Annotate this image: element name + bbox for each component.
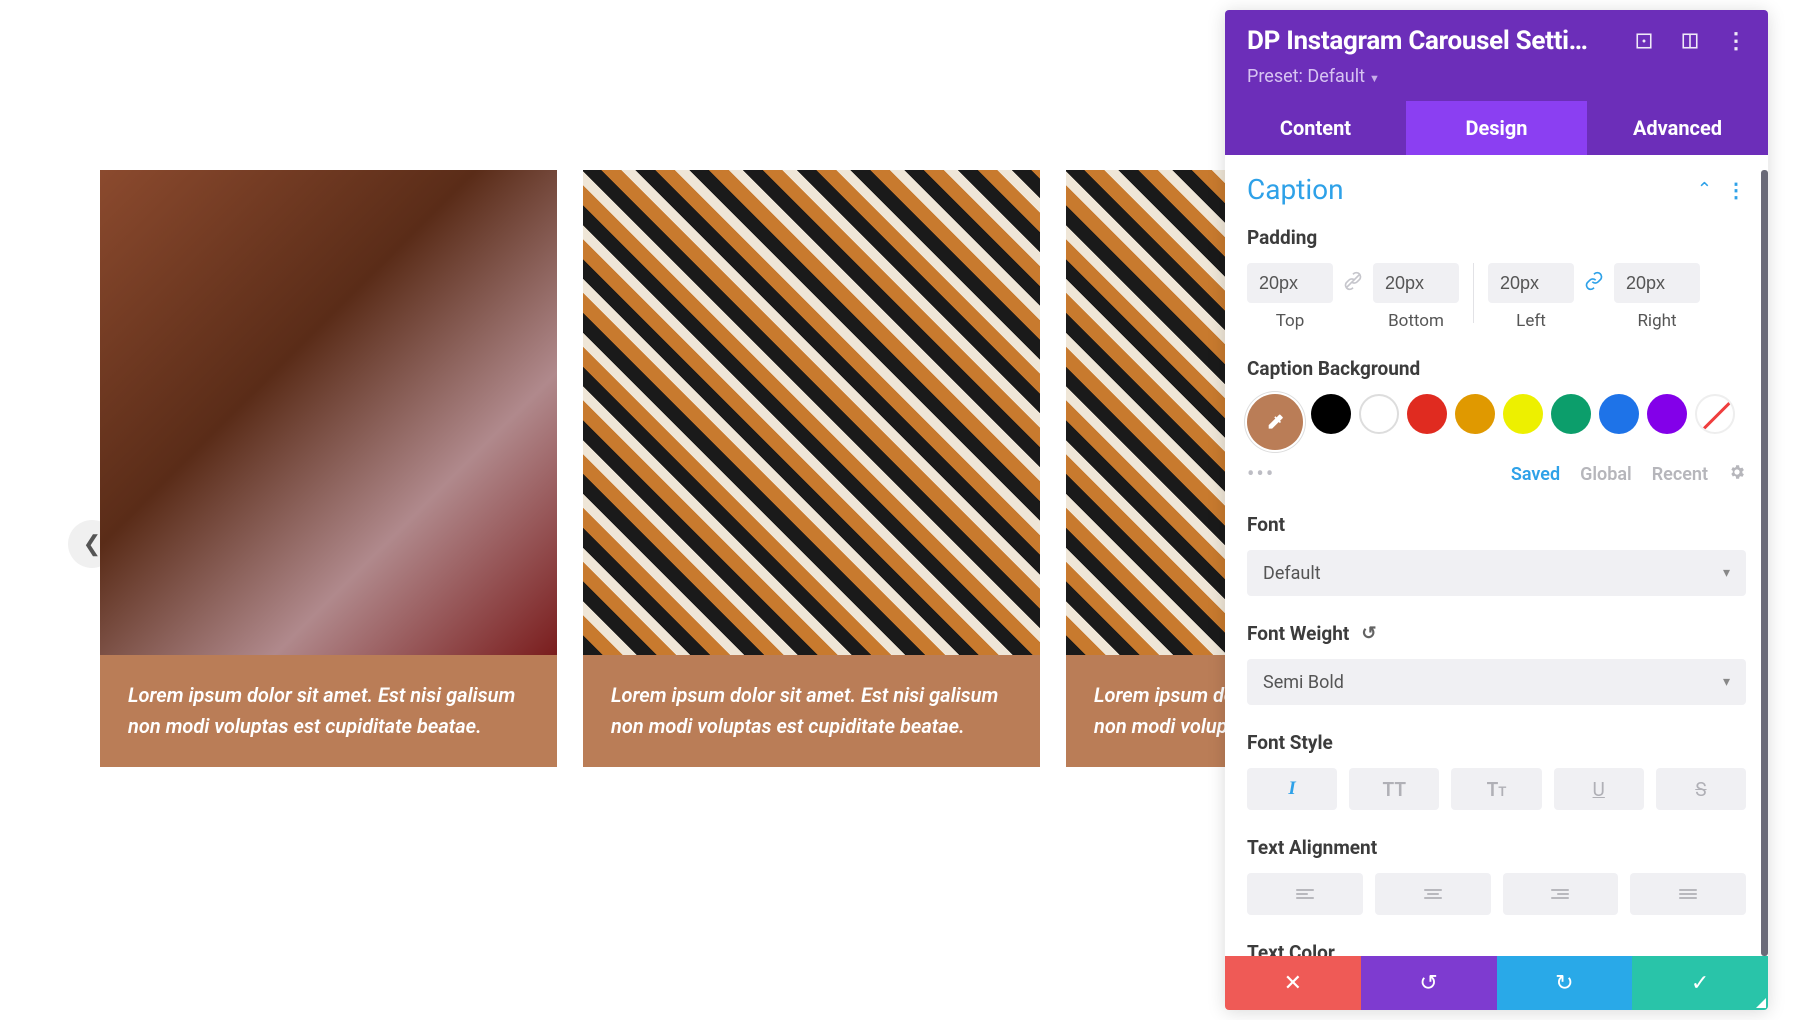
font-select[interactable]: Default ▾ bbox=[1247, 550, 1746, 596]
swatch-white[interactable] bbox=[1359, 394, 1399, 434]
undo-button[interactable]: ↺ bbox=[1361, 956, 1497, 1010]
padding-top-input[interactable] bbox=[1247, 263, 1333, 303]
more-colors-icon[interactable]: ••• bbox=[1247, 462, 1275, 487]
font-style-smallcaps[interactable]: TT bbox=[1451, 768, 1541, 810]
padding-controls: Top Bottom Left bbox=[1247, 263, 1746, 331]
swatch-none[interactable] bbox=[1695, 394, 1735, 434]
check-icon: ✓ bbox=[1691, 971, 1709, 996]
tab-design[interactable]: Design bbox=[1406, 101, 1587, 155]
text-align-buttons bbox=[1247, 873, 1746, 915]
card-image bbox=[100, 170, 557, 655]
carousel-card[interactable]: Lorem ipsum dolor sit amet. Est nisi gal… bbox=[100, 170, 557, 767]
reset-icon[interactable]: ↺ bbox=[1361, 623, 1376, 644]
align-right[interactable] bbox=[1503, 873, 1619, 915]
preset-selector[interactable]: Preset: Default ▼ bbox=[1247, 66, 1746, 87]
card-image bbox=[583, 170, 1040, 655]
swatch-orange[interactable] bbox=[1455, 394, 1495, 434]
carousel: Lorem ipsum dolor sit amet. Est nisi gal… bbox=[100, 170, 1250, 767]
color-tab-saved[interactable]: Saved bbox=[1511, 464, 1560, 485]
scrollbar[interactable] bbox=[1761, 170, 1768, 956]
link-vertical-icon[interactable] bbox=[1343, 271, 1363, 296]
align-justify[interactable] bbox=[1630, 873, 1746, 915]
font-style-uppercase[interactable]: TT bbox=[1349, 768, 1439, 810]
preset-label: Preset: Default bbox=[1247, 66, 1365, 87]
panel-body: Caption ⌃ ⋮ Padding Top Bottom bbox=[1225, 155, 1768, 956]
font-weight-value: Semi Bold bbox=[1263, 672, 1344, 693]
card-caption: Lorem ipsum dolor sit amet. Est nisi gal… bbox=[100, 655, 557, 767]
select-caret-icon: ▾ bbox=[1723, 565, 1730, 581]
undo-icon: ↺ bbox=[1419, 971, 1437, 996]
padding-right-input[interactable] bbox=[1614, 263, 1700, 303]
align-left[interactable] bbox=[1247, 873, 1363, 915]
padding-left-input[interactable] bbox=[1488, 263, 1574, 303]
padding-bottom-input[interactable] bbox=[1373, 263, 1459, 303]
carousel-card[interactable]: Lorem ipsum dolor sit amet. Est nisi gal… bbox=[583, 170, 1040, 767]
color-picker-swatch[interactable] bbox=[1247, 394, 1303, 450]
label-font-style: Font Style bbox=[1247, 731, 1746, 754]
label-font-weight: Font Weight ↺ bbox=[1247, 622, 1746, 645]
swatch-red[interactable] bbox=[1407, 394, 1447, 434]
swatch-blue[interactable] bbox=[1599, 394, 1639, 434]
card-caption: Lorem ipsum dolor sit amet. Est nisi gal… bbox=[583, 655, 1040, 767]
save-button[interactable]: ✓ bbox=[1632, 956, 1768, 1010]
label-padding: Padding bbox=[1247, 226, 1746, 249]
swatch-purple[interactable] bbox=[1647, 394, 1687, 434]
redo-icon: ↻ bbox=[1555, 971, 1573, 996]
label-text-color: Text Color bbox=[1247, 941, 1746, 956]
tab-advanced[interactable]: Advanced bbox=[1587, 101, 1768, 155]
swatch-yellow[interactable] bbox=[1503, 394, 1543, 434]
font-style-strikethrough[interactable]: S bbox=[1656, 768, 1746, 810]
font-select-value: Default bbox=[1263, 563, 1321, 584]
panel-header: DP Instagram Carousel Setti… ⋮ Preset: D… bbox=[1225, 10, 1768, 101]
swatch-green[interactable] bbox=[1551, 394, 1591, 434]
font-style-underline[interactable]: U bbox=[1554, 768, 1644, 810]
link-horizontal-icon[interactable] bbox=[1584, 271, 1604, 296]
font-weight-select[interactable]: Semi Bold ▾ bbox=[1247, 659, 1746, 705]
font-style-buttons: I TT TT U S bbox=[1247, 768, 1746, 810]
color-swatches bbox=[1247, 394, 1746, 450]
close-icon: ✕ bbox=[1284, 971, 1302, 996]
select-caret-icon: ▾ bbox=[1723, 674, 1730, 690]
eyedropper-icon bbox=[1265, 412, 1285, 432]
section-title-caption[interactable]: Caption bbox=[1247, 173, 1344, 206]
padding-top-label: Top bbox=[1276, 311, 1305, 331]
color-tab-recent[interactable]: Recent bbox=[1652, 464, 1708, 485]
tab-content[interactable]: Content bbox=[1225, 101, 1406, 155]
panel-tabs: Content Design Advanced bbox=[1225, 101, 1768, 155]
gear-icon[interactable] bbox=[1728, 463, 1746, 486]
font-style-italic[interactable]: I bbox=[1247, 768, 1337, 810]
swatch-black[interactable] bbox=[1311, 394, 1351, 434]
settings-panel: DP Instagram Carousel Setti… ⋮ Preset: D… bbox=[1225, 10, 1768, 1010]
panel-title: DP Instagram Carousel Setti… bbox=[1247, 26, 1620, 56]
more-icon[interactable]: ⋮ bbox=[1726, 31, 1746, 51]
redo-button[interactable]: ↻ bbox=[1497, 956, 1633, 1010]
chevron-up-icon[interactable]: ⌃ bbox=[1697, 179, 1712, 200]
label-text-alignment: Text Alignment bbox=[1247, 836, 1746, 859]
color-tabs: ••• Saved Global Recent bbox=[1247, 462, 1746, 487]
cancel-button[interactable]: ✕ bbox=[1225, 956, 1361, 1010]
expand-icon[interactable] bbox=[1634, 31, 1654, 51]
align-center[interactable] bbox=[1375, 873, 1491, 915]
section-more-icon[interactable]: ⋮ bbox=[1726, 178, 1746, 202]
label-font: Font bbox=[1247, 513, 1746, 536]
caret-down-icon: ▼ bbox=[1369, 72, 1380, 85]
padding-left-label: Left bbox=[1516, 311, 1546, 331]
chevron-left-icon: ❮ bbox=[83, 532, 101, 557]
columns-icon[interactable] bbox=[1680, 31, 1700, 51]
label-caption-background: Caption Background bbox=[1247, 357, 1746, 380]
padding-bottom-label: Bottom bbox=[1388, 311, 1444, 331]
padding-right-label: Right bbox=[1637, 311, 1676, 331]
panel-footer: ✕ ↺ ↻ ✓ bbox=[1225, 956, 1768, 1010]
color-tab-global[interactable]: Global bbox=[1580, 464, 1632, 485]
